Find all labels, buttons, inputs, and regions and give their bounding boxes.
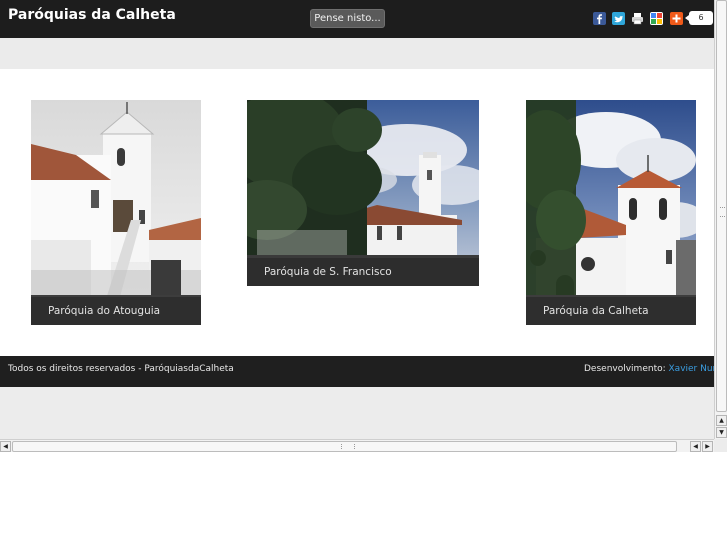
gallery-caption: Paróquia de S. Francisco: [247, 258, 479, 286]
gallery-caption: Paróquia do Atouguia: [31, 297, 201, 325]
vertical-scroll-thumb[interactable]: [716, 0, 727, 412]
copyright-text: Todos os direitos reservados - Paróquias…: [8, 364, 234, 374]
footer: Todos os direitos reservados - Paróquias…: [0, 356, 714, 387]
twitter-icon[interactable]: [612, 12, 625, 25]
developer-credit: Desenvolvimento: Xavier Nunes: [584, 356, 714, 383]
church-photo-atouguia: [31, 100, 201, 325]
horizontal-scroll-thumb[interactable]: [12, 441, 677, 452]
scroll-right-icon[interactable]: ▶: [702, 441, 713, 452]
developer-link[interactable]: Xavier Nunes: [669, 364, 714, 374]
nav-strip: [0, 38, 714, 69]
share-count-badge: 6: [685, 11, 713, 25]
scroll-grip-icon: [341, 444, 355, 449]
scroll-grip-icon: [720, 207, 725, 217]
gallery-caption: Paróquia da Calheta: [526, 297, 696, 325]
scrollbar-corner: [714, 439, 727, 452]
gallery-area: Paróquia do Atouguia Paróquia de S. Fran…: [0, 69, 714, 356]
scroll-left-icon[interactable]: ◀: [690, 441, 701, 452]
addthis-icon[interactable]: [670, 12, 683, 25]
pense-nisto-button[interactable]: Pense nisto...: [310, 9, 385, 28]
vertical-scrollbar[interactable]: ▲ ▼: [714, 0, 727, 439]
gallery-item-atouguia[interactable]: Paróquia do Atouguia: [31, 100, 201, 325]
print-icon[interactable]: [631, 12, 644, 25]
horizontal-scrollbar[interactable]: ◀ ◀ ▶: [0, 439, 714, 452]
site-title[interactable]: Paróquias da Calheta: [8, 7, 176, 23]
gallery-item-s-francisco[interactable]: Paróquia de S. Francisco: [247, 100, 479, 286]
developer-label: Desenvolvimento:: [584, 364, 666, 374]
scroll-down-icon[interactable]: ▼: [716, 427, 727, 438]
browser-viewport: Paróquias da Calheta Pense nisto... 6 Pa…: [0, 0, 714, 439]
gallery-item-calheta[interactable]: Paróquia da Calheta: [526, 100, 696, 325]
google-bookmark-icon[interactable]: [650, 12, 663, 25]
scroll-up-icon[interactable]: ▲: [716, 415, 727, 426]
scroll-left-icon[interactable]: ◀: [0, 441, 11, 452]
church-photo-calheta: [526, 100, 696, 325]
facebook-icon[interactable]: [593, 12, 606, 25]
top-bar: Paróquias da Calheta Pense nisto... 6: [0, 0, 714, 38]
